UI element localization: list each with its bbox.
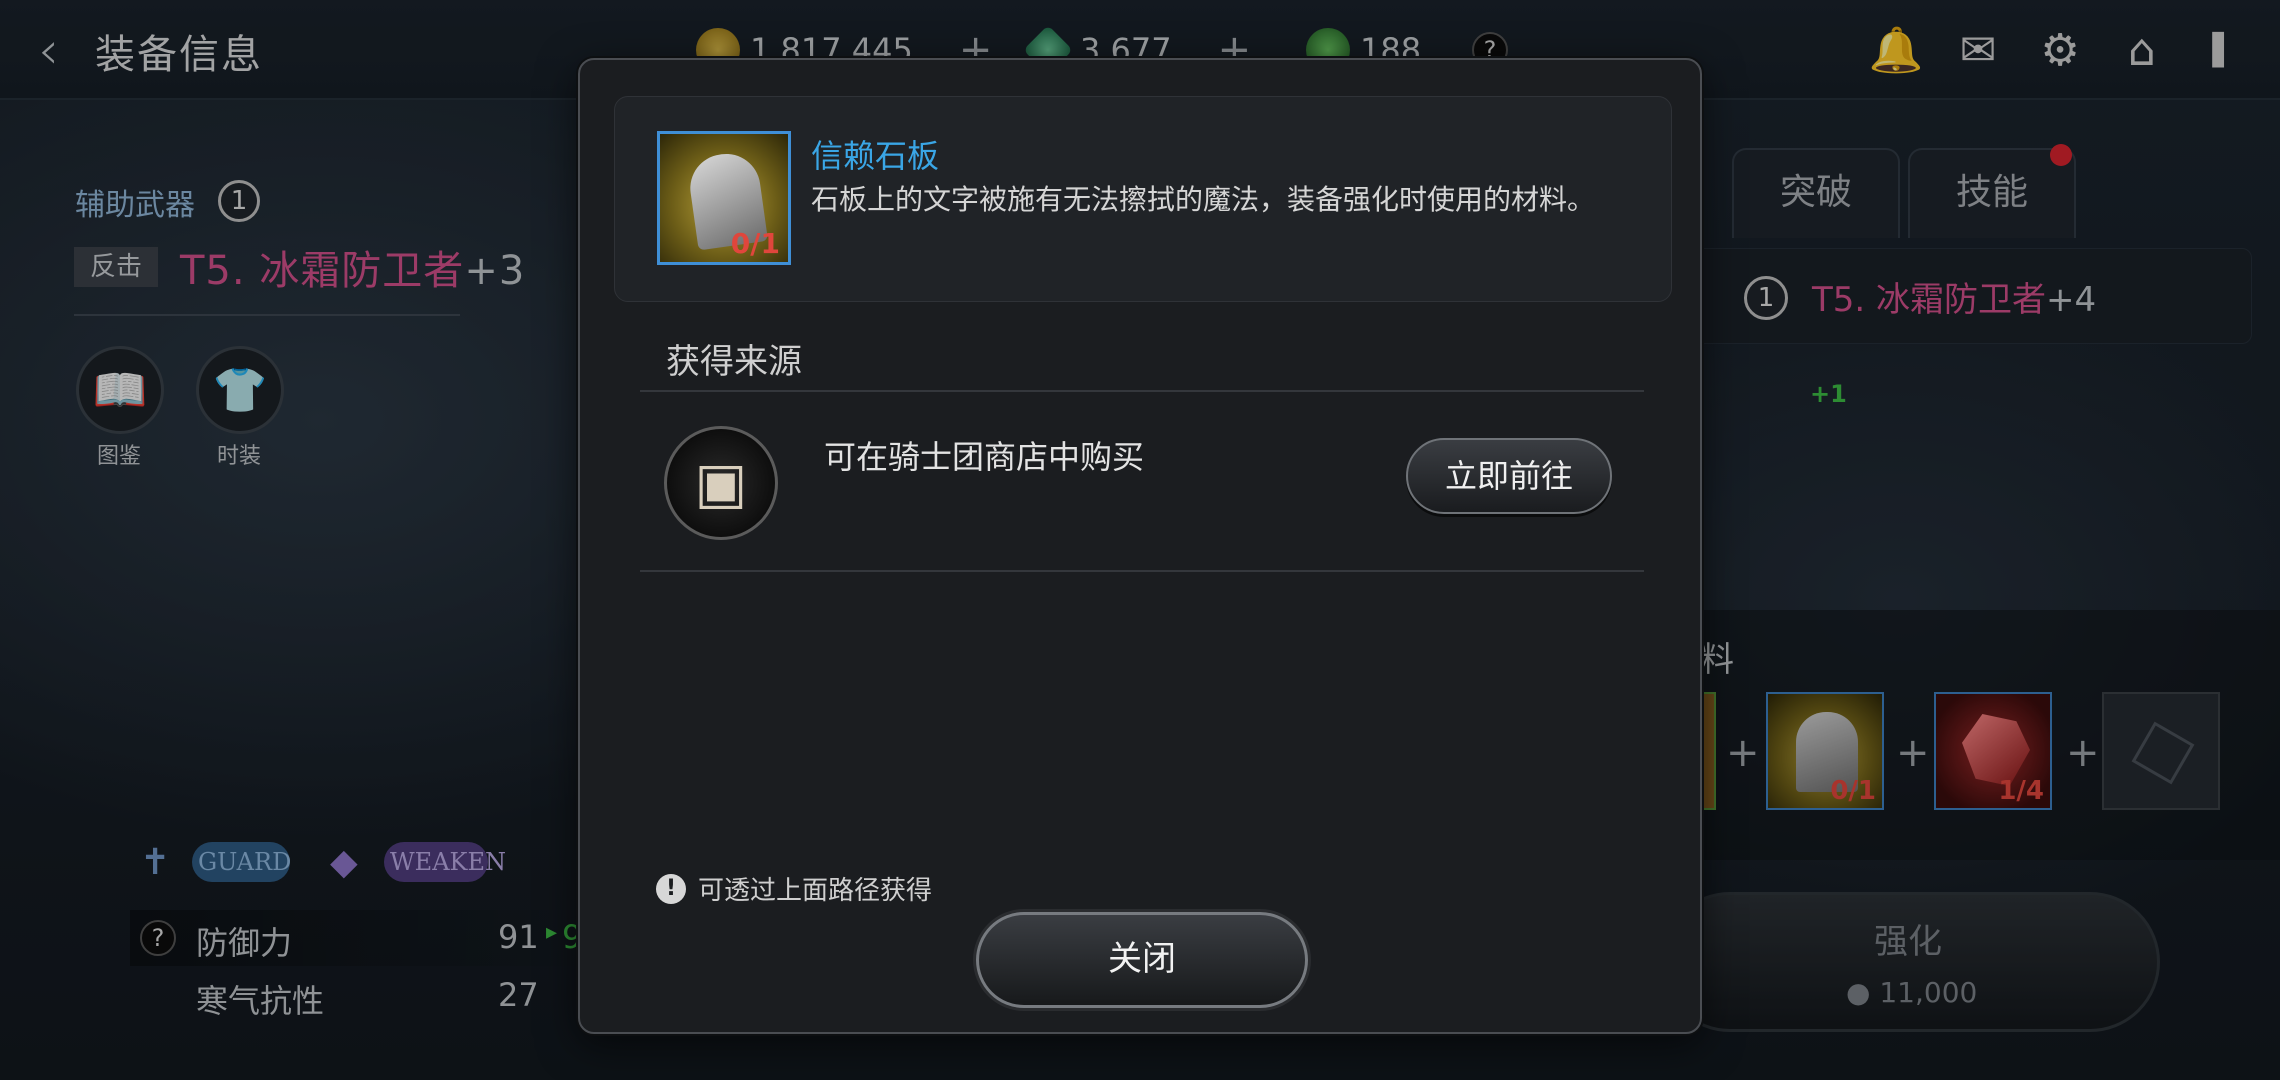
divider <box>640 570 1644 572</box>
note-text: 可透过上面路径获得 <box>698 876 933 906</box>
item-source-modal: 0/1 信赖石板 石板上的文字被施有无法擦拭的魔法，装备强化时使用的材料。 获得… <box>578 58 1702 1034</box>
source-title: 获得来源 <box>666 342 802 382</box>
note: ! 可透过上面路径获得 <box>656 870 932 907</box>
item-name: 信赖石板 <box>811 137 940 175</box>
divider <box>640 390 1644 392</box>
item-description: 石板上的文字被施有无法擦拭的魔法，装备强化时使用的材料。 <box>811 183 1596 216</box>
chest-icon: ▣ <box>664 426 778 540</box>
info-icon: ! <box>656 873 686 904</box>
item-count: 0/1 <box>730 227 780 260</box>
source-text: 可在骑士团商店中购买 <box>824 438 1145 476</box>
item-info-card: 0/1 信赖石板 石板上的文字被施有无法擦拭的魔法，装备强化时使用的材料。 <box>614 96 1672 302</box>
item-icon: 0/1 <box>657 131 791 265</box>
close-button[interactable]: 关闭 <box>976 912 1308 1008</box>
go-now-button[interactable]: 立即前往 <box>1406 438 1612 514</box>
